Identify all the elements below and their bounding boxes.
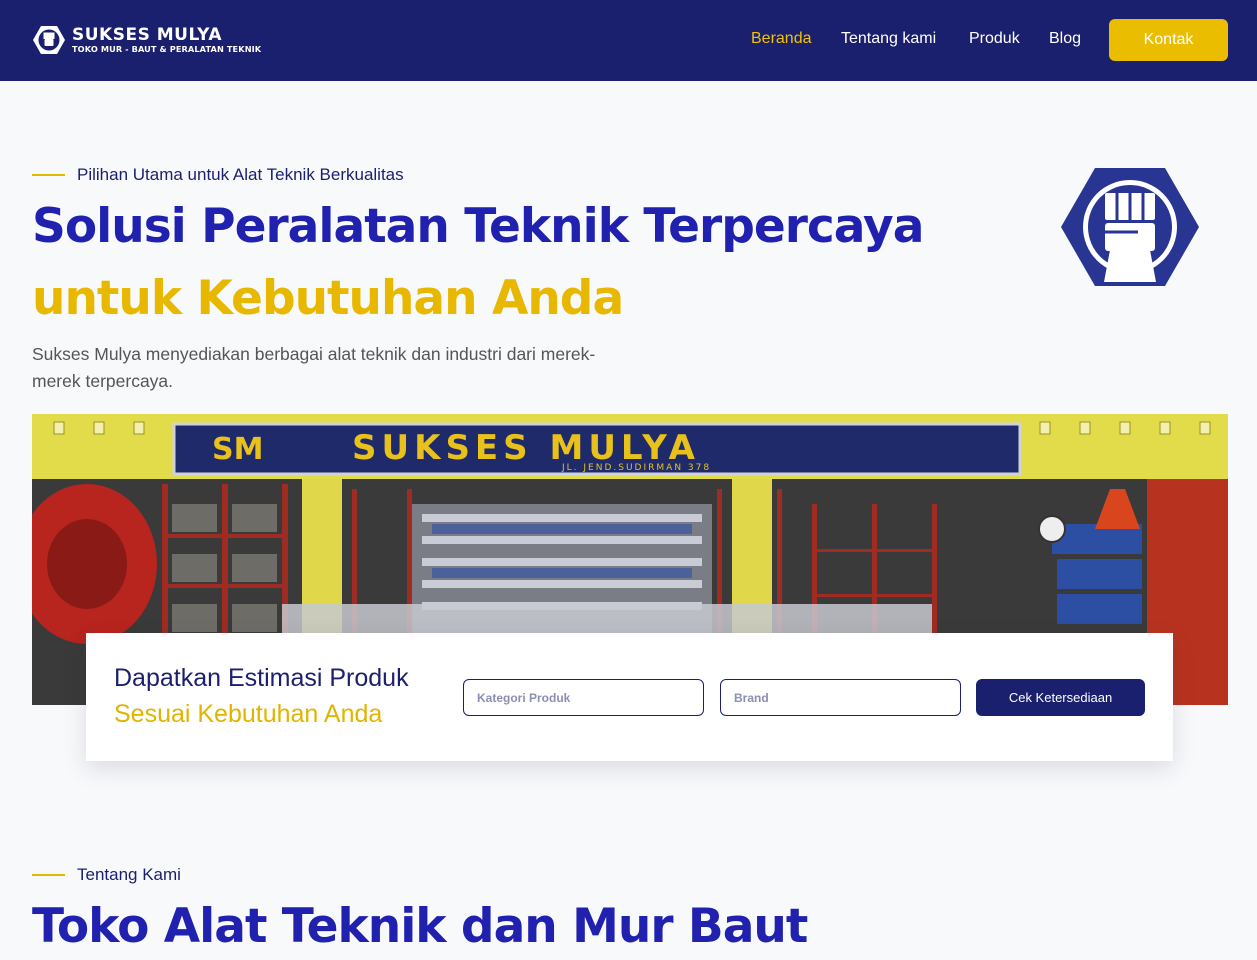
nav-item-tentang-kami[interactable]: Tentang kami — [841, 30, 936, 48]
category-input[interactable] — [463, 679, 704, 716]
store-sign-monogram: SM — [212, 432, 263, 467]
nav-item-beranda[interactable]: Beranda — [751, 30, 812, 48]
about-title: Toko Alat Teknik dan Mur Baut — [32, 899, 808, 954]
about-eyebrow: Tentang Kami — [32, 865, 181, 885]
eyebrow-divider — [32, 874, 65, 876]
nav-item-produk[interactable]: Produk — [969, 30, 1020, 48]
brand-logo[interactable]: SUKSES MULYA TOKO MUR - BAUT & PERALATAN… — [32, 23, 261, 57]
brand-input[interactable] — [720, 679, 961, 716]
hero-title-line2: untuk Kebutuhan Anda — [32, 271, 624, 326]
estimate-title-line2: Sesuai Kebutuhan Anda — [114, 700, 383, 728]
contact-button[interactable]: Kontak — [1109, 19, 1228, 61]
hero-eyebrow: Pilihan Utama untuk Alat Teknik Berkuali… — [32, 165, 404, 185]
check-availability-button[interactable]: Cek Ketersediaan — [976, 679, 1145, 716]
fist-hexagon-icon — [33, 26, 65, 54]
about-eyebrow-text: Tentang Kami — [77, 865, 181, 884]
brand-name: SUKSES MULYA — [72, 24, 222, 45]
estimate-title-line1: Dapatkan Estimasi Produk — [114, 664, 409, 692]
nav-item-blog[interactable]: Blog — [1049, 30, 1081, 48]
hero-description: Sukses Mulya menyediakan berbagai alat t… — [32, 344, 596, 391]
fist-hexagon-badge-icon — [1061, 168, 1199, 286]
navbar: SUKSES MULYA TOKO MUR - BAUT & PERALATAN… — [0, 0, 1257, 81]
brand-tagline: TOKO MUR - BAUT & PERALATAN TEKNIK — [72, 43, 262, 54]
estimate-card: Dapatkan Estimasi Produk Sesuai Kebutuha… — [86, 633, 1173, 761]
hero-title-line1: Solusi Peralatan Teknik Terpercaya — [32, 199, 924, 254]
hero-eyebrow-text: Pilihan Utama untuk Alat Teknik Berkuali… — [77, 165, 404, 184]
eyebrow-divider — [32, 174, 65, 176]
store-sign-text: SUKSES MULYA — [352, 428, 700, 468]
store-sign-address: JL. JEND.SUDIRMAN 378 — [561, 463, 711, 473]
